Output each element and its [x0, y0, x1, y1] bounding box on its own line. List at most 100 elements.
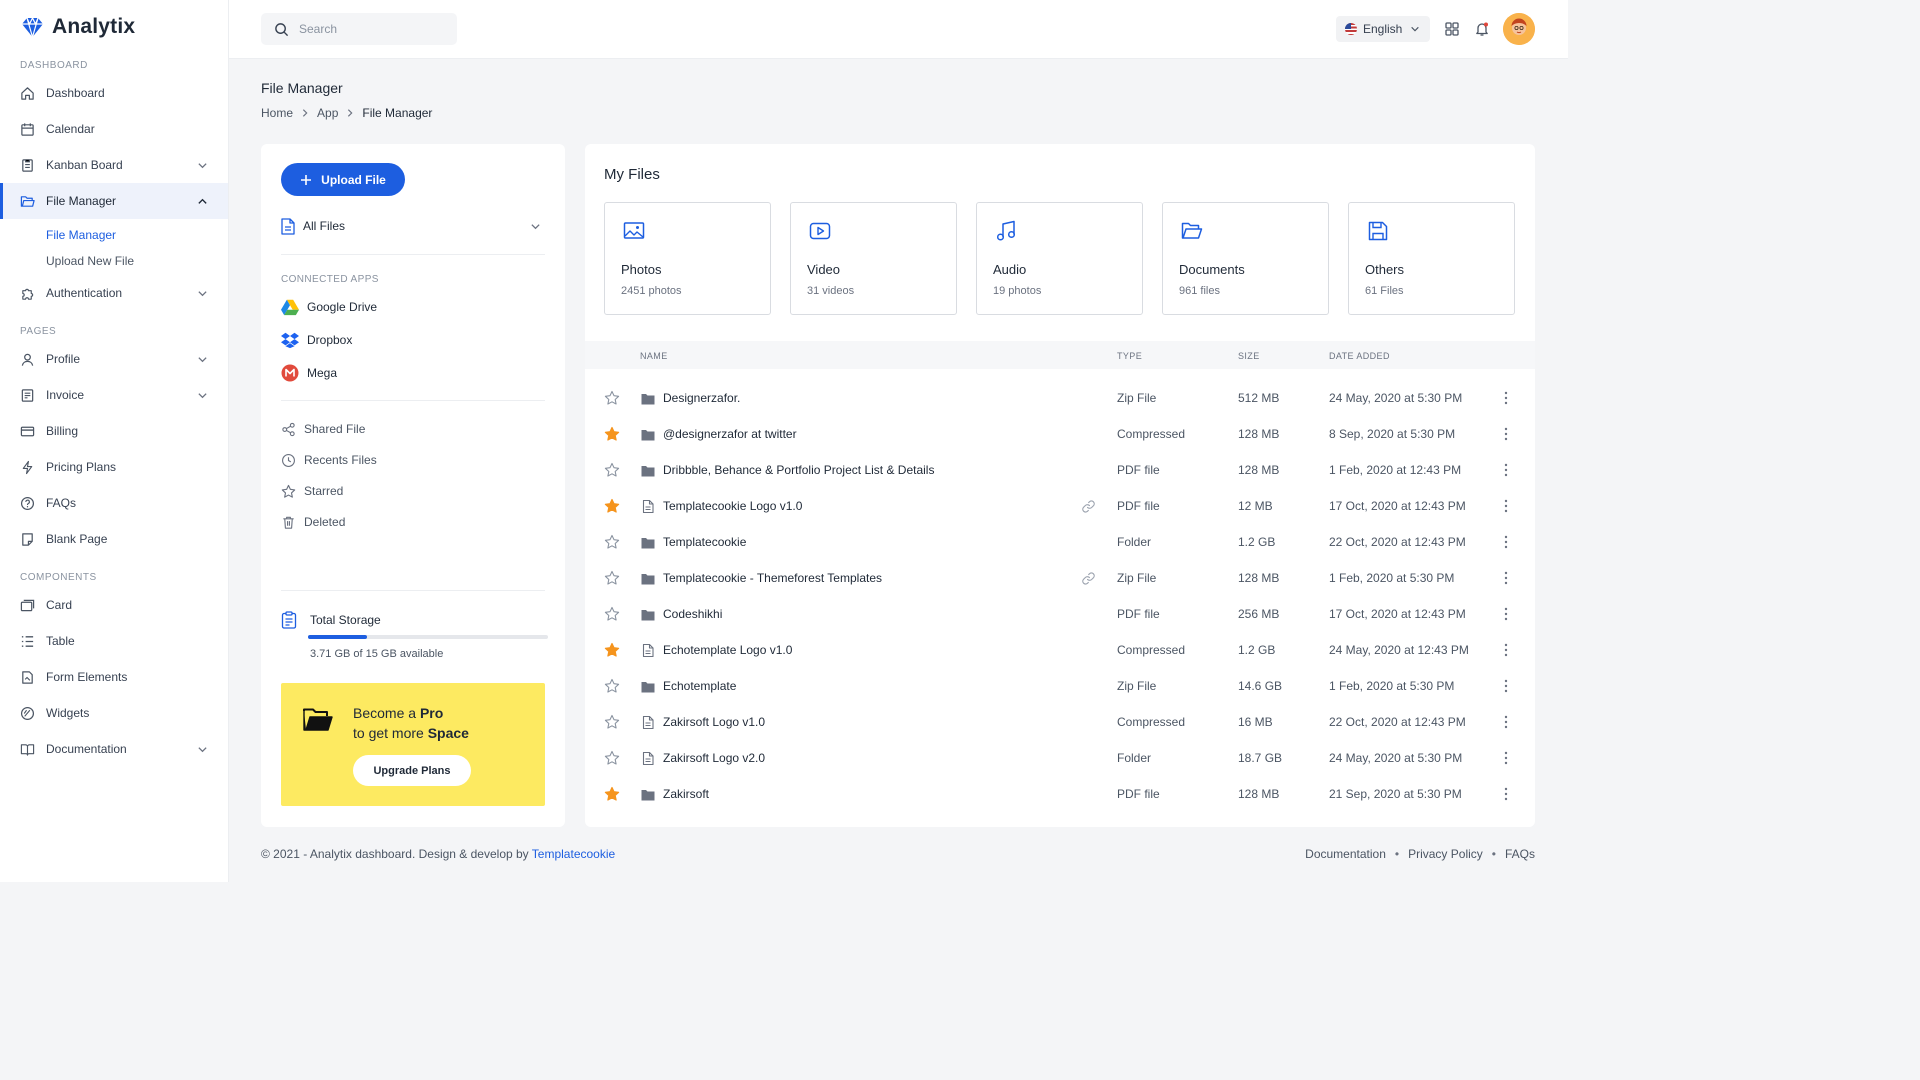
more-vertical-icon[interactable]: [1500, 714, 1512, 730]
file-name[interactable]: Templatecookie - Themeforest Templates: [663, 571, 882, 585]
more-vertical-icon[interactable]: [1500, 786, 1512, 802]
star-outline-icon[interactable]: [604, 714, 620, 730]
sidebar-item-pricing-plans[interactable]: Pricing Plans: [0, 449, 228, 485]
sidebar-subitem-file-manager[interactable]: File Manager: [0, 222, 228, 248]
sidebar-item-widgets[interactable]: Widgets: [0, 695, 228, 731]
star-outline-icon[interactable]: [604, 750, 620, 766]
search-input[interactable]: [299, 22, 439, 36]
more-vertical-icon[interactable]: [1500, 606, 1512, 622]
link-deleted[interactable]: Deleted: [281, 512, 345, 532]
file-name[interactable]: Dribbble, Behance & Portfolio Project Li…: [663, 463, 934, 477]
more-vertical-icon[interactable]: [1500, 498, 1512, 514]
link-icon[interactable]: [1081, 571, 1096, 586]
footer-link-faqs[interactable]: FAQs: [1505, 847, 1535, 861]
sidebar-item-billing[interactable]: Billing: [0, 413, 228, 449]
column-header-date-added[interactable]: DATE ADDED: [1329, 351, 1390, 361]
sidebar-item-table[interactable]: Table: [0, 623, 228, 659]
more-vertical-icon[interactable]: [1500, 426, 1512, 442]
breadcrumb-home[interactable]: Home: [261, 106, 293, 120]
category-card-photos[interactable]: Photos 2451 photos: [604, 202, 771, 315]
apps-grid-icon[interactable]: [1444, 21, 1460, 37]
table-row[interactable]: Templatecookie Folder 1.2 GB 22 Oct, 2020 a…: [585, 524, 1535, 560]
star-outline-icon[interactable]: [604, 570, 620, 586]
table-row[interactable]: Designerzafor. Zip File 512 MB 24 May, 2020…: [585, 380, 1535, 416]
star-outline-icon[interactable]: [604, 390, 620, 406]
file-name[interactable]: Echotemplate Logo v1.0: [663, 643, 792, 657]
table-row[interactable]: Templatecookie Logo v1.0 PDF file 12 MB 17 …: [585, 488, 1535, 524]
sidebar-item-calendar[interactable]: Calendar: [0, 111, 228, 147]
upgrade-plans-button[interactable]: Upgrade Plans: [353, 755, 471, 786]
file-name[interactable]: Templatecookie: [663, 535, 746, 549]
category-card-others[interactable]: Others 61 Files: [1348, 202, 1515, 315]
breadcrumb-app[interactable]: App: [317, 106, 338, 120]
brand[interactable]: Analytix: [0, 0, 228, 54]
sidebar-item-card[interactable]: Card: [0, 587, 228, 623]
sidebar-item-file-manager[interactable]: File Manager: [0, 183, 228, 219]
sidebar-item-dashboard[interactable]: Dashboard: [0, 75, 228, 111]
star-outline-icon[interactable]: [604, 462, 620, 478]
more-vertical-icon[interactable]: [1500, 642, 1512, 658]
sidebar-item-form-elements[interactable]: Form Elements: [0, 659, 228, 695]
file-name[interactable]: Templatecookie Logo v1.0: [663, 499, 802, 513]
search-box[interactable]: [261, 13, 457, 45]
star-outline-icon[interactable]: [604, 606, 620, 622]
app-google-drive[interactable]: Google Drive: [281, 297, 377, 317]
footer-link-privacy-policy[interactable]: Privacy Policy: [1408, 847, 1483, 861]
author-link[interactable]: Templatecookie: [532, 847, 615, 861]
sidebar-item-profile[interactable]: Profile: [0, 341, 228, 377]
app-dropbox[interactable]: Dropbox: [281, 330, 352, 350]
link-recents-files[interactable]: Recents Files: [281, 450, 377, 470]
sidebar-item-blank-page[interactable]: Blank Page: [0, 521, 228, 557]
sidebar-item-documentation[interactable]: Documentation: [0, 731, 228, 767]
star-outline-icon[interactable]: [604, 534, 620, 550]
language-selector[interactable]: English: [1336, 16, 1430, 42]
column-header-name[interactable]: NAME: [640, 351, 668, 361]
footer-link-documentation[interactable]: Documentation: [1305, 847, 1386, 861]
upload-file-button[interactable]: Upload File: [281, 163, 405, 196]
category-card-video[interactable]: Video 31 videos: [790, 202, 957, 315]
file-name[interactable]: Zakirsoft Logo v2.0: [663, 751, 765, 765]
more-vertical-icon[interactable]: [1500, 462, 1512, 478]
column-header-type[interactable]: TYPE: [1117, 351, 1142, 361]
star-filled-icon[interactable]: [604, 426, 620, 442]
more-vertical-icon[interactable]: [1500, 678, 1512, 694]
sidebar-item-authentication[interactable]: Authentication: [0, 275, 228, 311]
more-vertical-icon[interactable]: [1500, 390, 1512, 406]
star-filled-icon[interactable]: [604, 498, 620, 514]
link-shared-file[interactable]: Shared File: [281, 419, 365, 439]
table-row[interactable]: Dribbble, Behance & Portfolio Project Li…: [585, 452, 1535, 488]
more-vertical-icon[interactable]: [1500, 570, 1512, 586]
column-header-size[interactable]: SIZE: [1238, 351, 1260, 361]
table-row[interactable]: Codeshikhi PDF file 256 MB 17 Oct, 2020 at …: [585, 596, 1535, 632]
link-icon[interactable]: [1081, 499, 1096, 514]
file-name[interactable]: Designerzafor.: [663, 391, 740, 405]
more-vertical-icon[interactable]: [1500, 750, 1512, 766]
avatar[interactable]: [1503, 13, 1535, 45]
table-row[interactable]: Templatecookie - Themeforest Templates Zi…: [585, 560, 1535, 596]
star-filled-icon[interactable]: [604, 786, 620, 802]
bell-icon[interactable]: [1474, 21, 1490, 37]
all-files-dropdown[interactable]: All Files: [281, 216, 545, 236]
file-name[interactable]: Codeshikhi: [663, 607, 722, 621]
category-card-audio[interactable]: Audio 19 photos: [976, 202, 1143, 315]
table-row[interactable]: @designerzafor at twitter Compressed 128 M…: [585, 416, 1535, 452]
category-card-documents[interactable]: Documents 961 files: [1162, 202, 1329, 315]
sidebar-item-kanban-board[interactable]: Kanban Board: [0, 147, 228, 183]
file-name[interactable]: Echotemplate: [663, 679, 736, 693]
sidebar-item-faqs[interactable]: FAQs: [0, 485, 228, 521]
sidebar-item-invoice[interactable]: Invoice: [0, 377, 228, 413]
star-outline-icon[interactable]: [604, 678, 620, 694]
table-row[interactable]: Zakirsoft Logo v1.0 Compressed 16 MB 22 Oct…: [585, 704, 1535, 740]
file-name[interactable]: Zakirsoft Logo v1.0: [663, 715, 765, 729]
table-row[interactable]: Echotemplate Logo v1.0 Compressed 1.2 GB 24…: [585, 632, 1535, 668]
link-starred[interactable]: Starred: [281, 481, 343, 501]
star-filled-icon[interactable]: [604, 642, 620, 658]
more-vertical-icon[interactable]: [1500, 534, 1512, 550]
file-name[interactable]: Zakirsoft: [663, 787, 709, 801]
table-row[interactable]: Echotemplate Zip File 14.6 GB 1 Feb, 2020 a…: [585, 668, 1535, 704]
file-name[interactable]: @designerzafor at twitter: [663, 427, 797, 441]
app-mega[interactable]: Mega: [281, 363, 337, 383]
sidebar-subitem-upload-new-file[interactable]: Upload New File: [0, 248, 228, 274]
table-row[interactable]: Zakirsoft PDF file 128 MB 21 Sep, 2020 at 5…: [585, 776, 1535, 812]
table-row[interactable]: Zakirsoft Logo v2.0 Folder 18.7 GB 24 May, …: [585, 740, 1535, 776]
